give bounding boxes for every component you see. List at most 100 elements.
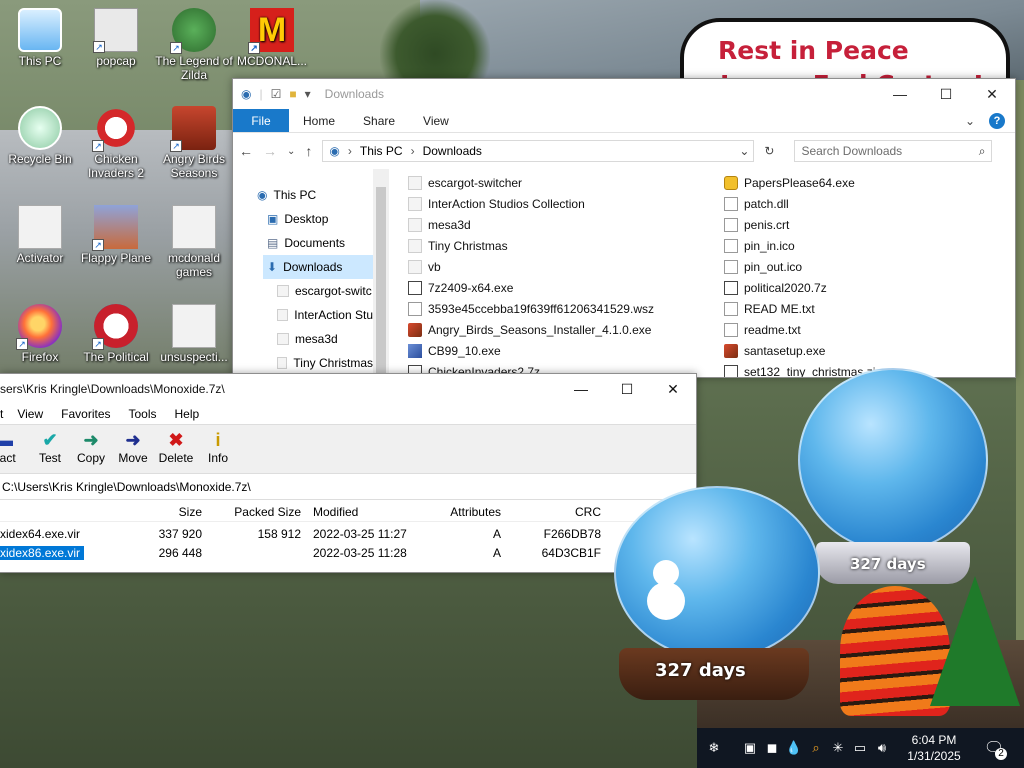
menu-item-tools[interactable]: Tools <box>129 407 157 421</box>
new-folder-icon[interactable]: ■ <box>289 87 296 101</box>
address-dropdown-icon[interactable]: ⌄ <box>739 144 749 158</box>
volume-icon[interactable]: 🔊︎ <box>871 740 893 756</box>
network-icon[interactable]: ▭ <box>849 740 871 756</box>
scrollbar-thumb[interactable] <box>376 187 386 377</box>
desktop-icon-zilda[interactable]: ↗ The Legend of Zilda <box>154 8 234 82</box>
file-item[interactable]: PapersPlease64.exe <box>724 172 882 193</box>
security-tray-icon[interactable]: ◼ <box>761 740 783 756</box>
refresh-icon[interactable]: ↻ <box>764 144 774 158</box>
archive-path-field[interactable]: C:\Users\Kris Kringle\Downloads\Monoxide… <box>0 474 696 500</box>
desktop-icon-flappy-plane[interactable]: ↗ Flappy Plane <box>76 205 156 265</box>
address-box[interactable]: ◉ › This PC › Downloads ⌄ <box>322 140 755 162</box>
desktop-icon-angry-birds[interactable]: ↗ Angry Birds Seasons <box>154 106 234 180</box>
desktop-icon-chicken-invaders[interactable]: ↗ Chicken Invaders 2 <box>76 106 156 180</box>
customize-toolbar-icon[interactable]: ▾ <box>305 87 311 101</box>
desktop-icon-popcap[interactable]: ↗ popcap <box>76 8 156 68</box>
explorer-titlebar[interactable]: ◉ | ☑ ■ ▾ Downloads — ☐ ✕ <box>233 79 1015 109</box>
nav-item-interaction[interactable]: InterAction Stu <box>277 303 373 327</box>
7zip-titlebar[interactable]: sers\Kris Kringle\Downloads\Monoxide.7z\… <box>0 374 696 404</box>
maximize-button[interactable]: ☐ <box>923 79 969 109</box>
file-item[interactable]: InterAction Studios Collection <box>408 193 654 214</box>
minimize-button[interactable]: — <box>877 79 923 109</box>
chevron-right-icon[interactable]: › <box>411 144 415 158</box>
close-button[interactable]: ✕ <box>650 374 696 404</box>
menu-item-favorites[interactable]: Favorites <box>61 407 110 421</box>
7zip-window[interactable]: sers\Kris Kringle\Downloads\Monoxide.7z\… <box>0 373 697 573</box>
properties-icon[interactable]: ☑ <box>271 87 282 101</box>
desktop-icon-mcdonald-games[interactable]: mcdonald games <box>154 205 234 279</box>
desktop-icon-activator[interactable]: Activator <box>0 205 80 265</box>
file-item[interactable]: 7z2409-x64.exe <box>408 277 654 298</box>
nav-item-desktop[interactable]: ▣ Desktop <box>267 207 367 231</box>
firefox-icon: ↗ <box>16 304 62 350</box>
taskbar-clock[interactable]: 6:04 PM 1/31/2025 <box>897 732 971 764</box>
nav-item-this-pc[interactable]: ◉ This PC <box>257 183 367 207</box>
expand-ribbon-icon[interactable]: ⌄ <box>965 114 975 128</box>
column-header-modified[interactable]: Modified <box>313 505 358 519</box>
archive-row-selected[interactable]: xidex86.exe.vir 296 448 2022-03-25 11:28… <box>0 543 696 562</box>
desktop-icon-political[interactable]: ↗ The Political <box>76 304 156 364</box>
up-arrow-icon[interactable]: ↑ <box>305 143 312 159</box>
nav-item-mesa3d[interactable]: mesa3d <box>277 327 373 351</box>
column-header-size[interactable]: Size <box>150 505 202 519</box>
sparkle-tray-icon[interactable]: ✳ <box>827 740 849 756</box>
search-tray-icon[interactable]: ⌕ <box>805 740 827 756</box>
file-item[interactable]: readme.txt <box>724 319 882 340</box>
folder-icon <box>408 175 422 190</box>
file-item[interactable]: pin_in.ico <box>724 235 882 256</box>
file-item[interactable]: political2020.7z <box>724 277 882 298</box>
breadcrumb-downloads[interactable]: Downloads <box>423 144 482 158</box>
file-item[interactable]: santasetup.exe <box>724 340 882 361</box>
file-item[interactable]: vb <box>408 256 654 277</box>
desktop-icon-recycle-bin[interactable]: Recycle Bin <box>0 106 80 166</box>
tab-home[interactable]: Home <box>289 109 349 132</box>
computer-icon <box>18 8 62 52</box>
chevron-right-icon[interactable]: › <box>348 144 352 158</box>
forward-arrow-icon[interactable]: → <box>263 143 277 159</box>
recent-locations-icon[interactable]: ⌄ <box>287 146 295 157</box>
archive-row[interactable]: xidex64.exe.vir 337 920 158 912 2022-03-… <box>0 524 696 543</box>
desktop-icon-firefox[interactable]: ↗ Firefox <box>0 304 80 364</box>
file-item[interactable]: Angry_Birds_Seasons_Installer_4.1.0.exe <box>408 319 654 340</box>
snowman-icon <box>646 560 686 640</box>
breadcrumb-this-pc[interactable]: This PC <box>360 144 403 158</box>
nav-item-downloads[interactable]: ⬇ Downloads <box>263 255 373 279</box>
file-item[interactable]: 3593e45ccebba19f639ff61206341529.wsz <box>408 298 654 319</box>
nav-scrollbar[interactable] <box>373 169 389 377</box>
maximize-button[interactable]: ☐ <box>604 374 650 404</box>
file-item[interactable]: CB99_10.exe <box>408 340 654 361</box>
explorer-window[interactable]: ◉ | ☑ ■ ▾ Downloads — ☐ ✕ File Home Shar… <box>232 78 1016 378</box>
tab-view[interactable]: View <box>409 109 463 132</box>
nav-item-escargot[interactable]: escargot-switc <box>277 279 373 303</box>
drop-tray-icon[interactable]: 💧 <box>783 740 805 756</box>
tab-share[interactable]: Share <box>349 109 409 132</box>
file-item[interactable]: Tiny Christmas <box>408 235 654 256</box>
desktop-icon-unsuspecting[interactable]: unsuspecti... <box>154 304 234 364</box>
menu-item-edit[interactable]: t <box>0 407 3 421</box>
search-input[interactable]: Search Downloads ⌕ <box>794 140 993 162</box>
file-item[interactable]: patch.dll <box>724 193 882 214</box>
desktop-icon-this-pc[interactable]: This PC <box>0 8 80 68</box>
menu-item-help[interactable]: Help <box>175 407 200 421</box>
notification-center-button[interactable]: 🗨︎ 2 <box>979 738 1009 760</box>
desktop-icon-mcdonalds[interactable]: M ↗ MCDONAL... <box>232 8 312 68</box>
info-button[interactable]: i Info <box>190 429 246 465</box>
column-header-attributes[interactable]: Attributes <box>420 505 501 519</box>
clock-date: 1/31/2025 <box>907 749 961 763</box>
minimize-button[interactable]: — <box>558 374 604 404</box>
back-arrow-icon[interactable]: ← <box>239 143 253 159</box>
file-item[interactable]: penis.crt <box>724 214 882 235</box>
file-item[interactable]: mesa3d <box>408 214 654 235</box>
app-tray-icon[interactable]: ▣ <box>739 740 761 756</box>
close-button[interactable]: ✕ <box>969 79 1015 109</box>
file-item[interactable]: READ ME.txt <box>724 298 882 319</box>
file-item[interactable]: pin_out.ico <box>724 256 882 277</box>
help-icon[interactable]: ? <box>989 112 1005 129</box>
column-header-packed-size[interactable]: Packed Size <box>220 505 301 519</box>
file-item[interactable]: escargot-switcher <box>408 172 654 193</box>
nav-item-tiny-christmas[interactable]: Tiny Christmas <box>277 351 373 375</box>
column-header-crc[interactable]: CRC <box>520 505 601 519</box>
menu-item-view[interactable]: View <box>17 407 43 421</box>
nav-item-documents[interactable]: ▤ Documents <box>267 231 367 255</box>
tab-file[interactable]: File <box>233 109 289 132</box>
